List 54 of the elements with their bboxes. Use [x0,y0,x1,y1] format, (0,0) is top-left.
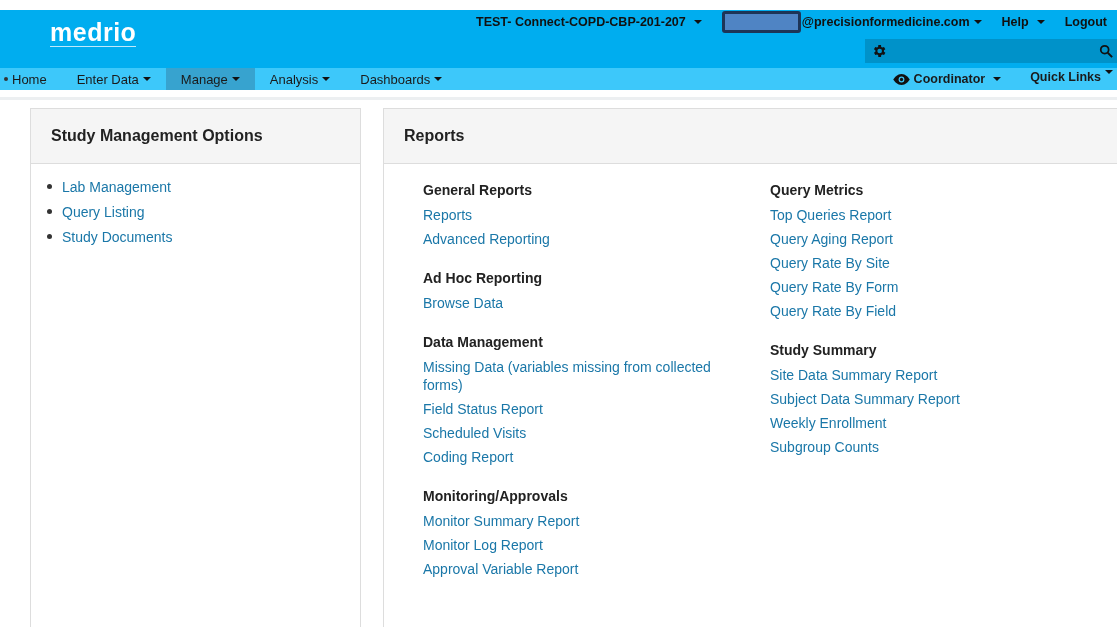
report-link[interactable]: Site Data Summary Report [770,363,938,387]
report-link[interactable]: Query Rate By Site [770,251,890,275]
section-heading: Query Metrics [770,181,864,200]
search-icon[interactable] [1099,44,1113,58]
report-link[interactable]: Weekly Enrollment [770,411,887,435]
section-heading: Ad Hoc Reporting [423,269,542,288]
panel-title: Reports [404,127,465,145]
report-link[interactable]: Missing Data (variables missing from collected forms) [423,355,743,397]
report-link[interactable]: Browse Data [423,291,504,315]
caret-icon [693,20,702,24]
role-menu[interactable]: Coordinator [888,68,1016,90]
report-link[interactable]: Coding Report [423,445,514,469]
quick-links-menu[interactable]: Quick Links [1015,68,1117,90]
section-heading: Study Summary [770,341,877,360]
section-heading: Monitoring/Approvals [423,487,568,506]
study-menu[interactable]: TEST- Connect-COPD-CBP-201-207 [466,15,712,29]
report-link[interactable]: Approval Variable Report [423,557,579,581]
search-field[interactable] [865,39,1117,63]
report-link[interactable]: Subgroup Counts [770,435,879,459]
report-link[interactable]: Query Aging Report [770,227,893,251]
logout-link[interactable]: Logout [1054,15,1117,29]
option-link[interactable]: Query Listing [62,203,145,220]
section-heading: General Reports [423,181,532,200]
report-link[interactable]: Query Rate By Field [770,299,897,323]
section-heading: Data Management [423,333,543,352]
report-link[interactable]: Monitor Summary Report [423,509,580,533]
nav-tab[interactable]: Manage [165,68,255,90]
caret-icon [1036,20,1045,24]
nav-tab[interactable]: Dashboards [345,68,458,90]
report-link[interactable]: Field Status Report [423,397,543,421]
option-link[interactable]: Lab Management [62,178,171,195]
user-menu[interactable]: @precisionformedicine.com [711,11,992,33]
panel-title: Study Management Options [51,127,263,145]
nav-tab[interactable]: Home [0,68,62,90]
report-link[interactable]: Reports [423,203,473,227]
dot-icon [4,77,8,81]
help-menu[interactable]: Help [991,15,1055,29]
option-link[interactable]: Study Documents [62,228,173,245]
bullet-icon [47,234,52,239]
nav-tab[interactable]: Enter Data [61,68,166,90]
bullet-icon [47,184,52,189]
caret-icon [1105,70,1113,74]
bullet-icon [47,209,52,214]
report-link[interactable]: Subject Data Summary Report [770,387,960,411]
report-link[interactable]: Advanced Reporting [423,227,550,251]
caret-icon [993,77,1002,81]
eye-icon [892,73,910,85]
caret-icon [973,20,982,24]
nav-tab[interactable]: Analysis [254,68,346,90]
report-link[interactable]: Query Rate By Form [770,275,899,299]
report-link[interactable]: Monitor Log Report [423,533,543,557]
report-link[interactable]: Scheduled Visits [423,421,527,445]
report-link[interactable]: Top Queries Report [770,203,892,227]
settings-icon[interactable] [871,43,887,59]
